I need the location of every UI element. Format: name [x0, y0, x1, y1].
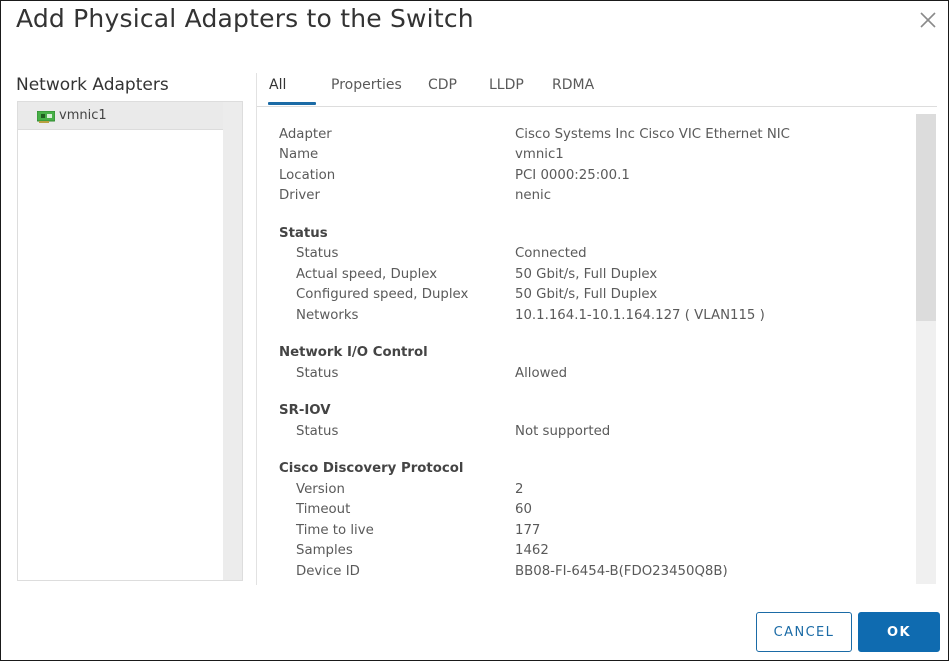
adapter-label: vmnic1: [59, 108, 107, 123]
detail-key: Time to live: [296, 523, 374, 538]
detail-value: vmnic1: [515, 147, 564, 162]
detail-key: Samples: [296, 543, 353, 558]
dialog-title: Add Physical Adapters to the Switch: [16, 4, 474, 33]
detail-key: Device ID: [296, 564, 360, 579]
detail-value: 60: [515, 502, 532, 517]
detail-value: PCI 0000:25:00.1: [515, 168, 630, 183]
section-nioc-title: Network I/O Control: [279, 345, 428, 360]
detail-key: Driver: [279, 188, 320, 203]
close-button[interactable]: [918, 10, 938, 30]
ok-button[interactable]: OK: [858, 612, 940, 652]
section-cdp-title: Cisco Discovery Protocol: [279, 461, 464, 476]
section-sriov-title: SR-IOV: [279, 403, 331, 418]
detail-key: Adapter: [279, 127, 332, 142]
detail-key: Configured speed, Duplex: [296, 287, 469, 302]
detail-value: 50 Gbit/s, Full Duplex: [515, 267, 658, 282]
detail-value: Cisco Systems Inc Cisco VIC Ethernet NIC: [515, 127, 790, 142]
close-icon: [920, 12, 936, 28]
adapter-item-vmnic1[interactable]: vmnic1: [18, 102, 223, 130]
detail-key: Status: [296, 246, 339, 261]
network-adapters-list: vmnic1: [17, 101, 243, 581]
section-status-title: Status: [279, 226, 328, 241]
detail-key: Name: [279, 147, 319, 162]
detail-value: BB08-FI-6454-B(FDO23450Q8B): [515, 564, 728, 579]
add-physical-adapters-dialog: Add Physical Adapters to the Switch Netw…: [0, 0, 949, 661]
adapter-details: Adapter Cisco Systems Inc Cisco VIC Ethe…: [257, 109, 917, 584]
network-card-icon: [36, 109, 56, 123]
detail-key: Status: [296, 366, 339, 381]
detail-value: Connected: [515, 246, 587, 261]
detail-value: 50 Gbit/s, Full Duplex: [515, 287, 658, 302]
tab-cdp[interactable]: CDP: [428, 77, 457, 93]
detail-key: Version: [296, 482, 345, 497]
detail-value: 177: [515, 523, 541, 538]
active-tab-indicator: [268, 102, 316, 105]
detail-value: 2: [515, 482, 524, 497]
detail-value: Allowed: [515, 366, 568, 381]
detail-key: Timeout: [296, 502, 351, 517]
detail-value: 10.1.164.1-10.1.164.127 ( VLAN115 ): [515, 308, 765, 323]
detail-value: 1462: [515, 543, 549, 558]
detail-tabs: All Properties CDP LLDP RDMA: [257, 73, 937, 107]
details-scrollbar[interactable]: [916, 114, 936, 584]
detail-key: Status: [296, 424, 339, 439]
detail-value: Not supported: [515, 424, 611, 439]
tab-properties[interactable]: Properties: [331, 77, 402, 93]
cancel-button[interactable]: CANCEL: [756, 612, 852, 652]
details-scrollbar-thumb[interactable]: [916, 114, 936, 321]
adapter-list-scrollbar[interactable]: [223, 102, 242, 580]
detail-key: Networks: [296, 308, 359, 323]
tab-rdma[interactable]: RDMA: [552, 77, 594, 93]
detail-key: Location: [279, 168, 336, 183]
tab-all[interactable]: All: [269, 77, 286, 93]
detail-key: Actual speed, Duplex: [296, 267, 438, 282]
detail-value: nenic: [515, 188, 552, 203]
tab-lldp[interactable]: LLDP: [489, 77, 524, 93]
network-adapters-title: Network Adapters: [16, 75, 169, 95]
